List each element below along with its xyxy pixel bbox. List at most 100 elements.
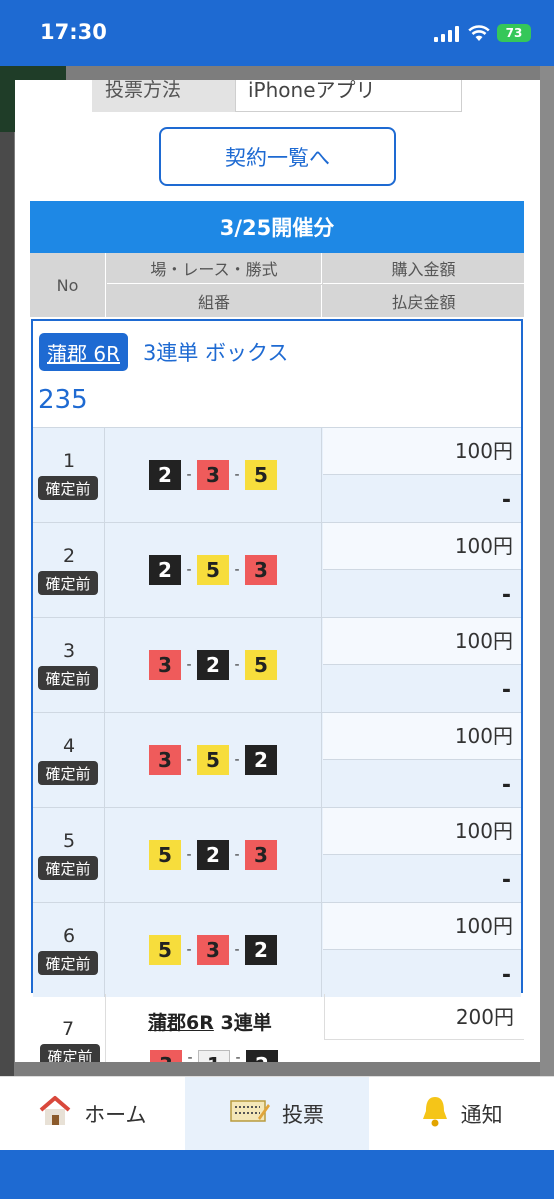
dash: - — [186, 942, 192, 958]
buy-amount: 100円 — [323, 808, 521, 855]
boat-number: 5 — [149, 935, 181, 965]
race-link[interactable]: 蒲郡6R — [148, 1012, 214, 1034]
status-time: 17:30 — [40, 20, 107, 44]
race-info: 蒲郡6R 3連単 — [148, 1008, 272, 1035]
tab-betting[interactable]: 投票 — [184, 1077, 370, 1150]
boat-number: 5 — [149, 840, 181, 870]
table-row: 6 確定前 5- 3- 2 100円 - — [33, 902, 521, 997]
header-race: 場・レース・勝式 — [107, 253, 322, 284]
combo-cell: 2- 3- 5 — [105, 428, 322, 522]
bet-detail-modal: 投票方法 iPhoneアプリ 契約一覧へ 3/25開催分 No 場・レース・勝式… — [15, 80, 540, 1062]
header-no: No — [30, 253, 106, 317]
refund-amount: - — [501, 583, 511, 608]
boat-number: 3 — [149, 650, 181, 680]
status-badge: 確定前 — [38, 571, 98, 595]
tab-notifications[interactable]: 通知 — [369, 1077, 554, 1150]
home-indicator-bar — [0, 1150, 554, 1199]
background-page-edge — [0, 66, 14, 1076]
boat-number: 2 — [149, 460, 181, 490]
background-page-edge-right — [540, 66, 554, 1076]
tab-bar: ホーム 投票 通知 — [0, 1076, 554, 1150]
no-cell: 1 確定前 — [33, 428, 105, 522]
table-row: 2 確定前 2- 5- 3 100円 - — [33, 522, 521, 617]
row-number: 5 — [62, 830, 76, 852]
buy-amount: 200円 — [324, 994, 524, 1040]
box-numbers: 235 — [38, 385, 88, 415]
combo-cell: 5- 2- 3 — [105, 808, 322, 902]
dash: - — [234, 942, 240, 958]
table-row: 7 確定前 蒲郡6R 3連単 200円 3- 1- 2 — [30, 994, 524, 1062]
combo-cell: 5- 3- 2 — [105, 903, 322, 997]
refund-amount: - — [501, 868, 511, 893]
tab-home[interactable]: ホーム — [0, 1077, 185, 1150]
dash: - — [234, 467, 240, 483]
header-refund: 払戻金額 — [323, 285, 524, 317]
refund-amount: - — [501, 963, 511, 988]
no-cell: 2 確定前 — [33, 523, 105, 617]
header-combo: 組番 — [107, 285, 322, 317]
status-badge: 確定前 — [38, 856, 98, 880]
row-number: 6 — [62, 925, 76, 947]
combo-cell: 2- 5- 3 — [105, 523, 322, 617]
status-badge: 確定前 — [38, 666, 98, 690]
combo-cell: 3- 2- 5 — [105, 618, 322, 712]
dash: - — [186, 467, 192, 483]
betting-ticket-icon — [230, 1098, 270, 1129]
status-bar: 17:30 73 — [0, 0, 554, 66]
buy-amount: 100円 — [323, 713, 521, 760]
refund-amount: - — [501, 488, 511, 513]
boat-number: 3 — [245, 840, 277, 870]
cellular-signal-icon — [434, 26, 460, 46]
race-link[interactable]: 蒲郡 6R — [39, 333, 128, 371]
dash: - — [235, 1050, 241, 1062]
boat-number: 5 — [197, 555, 229, 585]
buy-amount: 100円 — [323, 903, 521, 950]
boat-number: 2 — [197, 840, 229, 870]
dash: - — [234, 847, 240, 863]
battery-indicator: 73 — [497, 24, 531, 42]
boat-number: 3 — [245, 555, 277, 585]
dash: - — [186, 752, 192, 768]
combo-cell: 3- 5- 2 — [105, 713, 322, 807]
wifi-icon — [468, 24, 490, 46]
status-badge: 確定前 — [38, 761, 98, 785]
boat-number: 1 — [198, 1050, 230, 1062]
row-number: 7 — [61, 1018, 75, 1040]
voting-method-label: 投票方法 — [92, 80, 235, 112]
status-badge: 確定前 — [38, 476, 98, 500]
bet-type: 3連単 ボックス — [143, 341, 289, 365]
dash: - — [186, 657, 192, 673]
voting-method-row: 投票方法 iPhoneアプリ — [92, 80, 462, 112]
dash: - — [187, 1050, 193, 1062]
boat-number: 2 — [149, 555, 181, 585]
dash: - — [186, 847, 192, 863]
boat-number: 2 — [197, 650, 229, 680]
boat-number: 3 — [197, 460, 229, 490]
no-cell: 3 確定前 — [33, 618, 105, 712]
tab-notifications-label: 通知 — [460, 1102, 503, 1127]
no-cell: 4 確定前 — [33, 713, 105, 807]
dash: - — [234, 752, 240, 768]
contract-list-button[interactable]: 契約一覧へ — [159, 127, 396, 186]
boat-number: 5 — [245, 460, 277, 490]
boat-number: 3 — [149, 745, 181, 775]
table-row: 5 確定前 5- 2- 3 100円 - — [33, 807, 521, 902]
table-row: 1 確定前 2- 3- 5 100円 - — [33, 427, 521, 522]
boat-number: 5 — [245, 650, 277, 680]
box-bet-group: 蒲郡 6R 3連単 ボックス 235 1 確定前 2- 3- 5 100円 - … — [31, 319, 523, 997]
row-number: 4 — [62, 735, 76, 757]
dash: - — [186, 562, 192, 578]
boat-number: 5 — [197, 745, 229, 775]
bet-type: 3連単 — [220, 1012, 272, 1034]
boat-number: 2 — [245, 935, 277, 965]
section-title: 3/25開催分 — [30, 201, 524, 253]
buy-amount: 100円 — [323, 428, 521, 475]
row-number: 1 — [62, 450, 76, 472]
status-badge: 確定前 — [38, 951, 98, 975]
no-cell: 6 確定前 — [33, 903, 105, 997]
status-badge: 確定前 — [40, 1044, 100, 1062]
buy-amount: 100円 — [323, 618, 521, 665]
tab-betting-label: 投票 — [282, 1102, 324, 1127]
boat-number: 3 — [197, 935, 229, 965]
header-buy-amount: 購入金額 — [323, 253, 524, 284]
